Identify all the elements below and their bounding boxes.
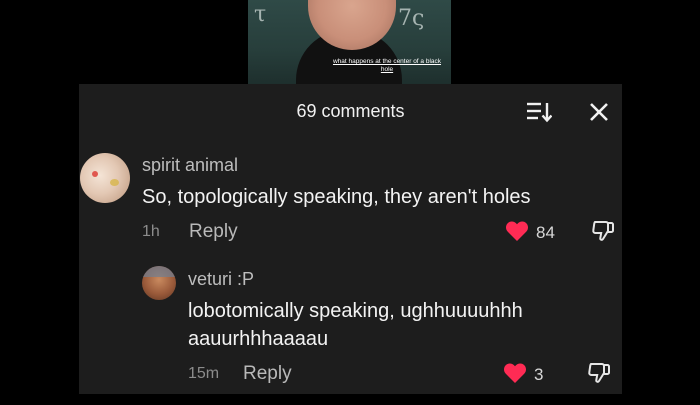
board-writing-right: 7ς [398,6,425,31]
comment-username[interactable]: veturi :P [188,269,254,290]
screen: τ 7ς what happens at the center of a bla… [0,0,700,405]
like-count: 3 [534,365,544,384]
heart-icon[interactable] [503,362,527,384]
video-caption: what happens at the center of a black ho… [332,58,442,73]
avatar[interactable] [80,153,130,203]
comment-timestamp: 1h [142,223,160,240]
like-count: 84 [536,223,555,242]
dislike-icon[interactable] [591,219,615,243]
avatar-detail [110,179,119,186]
avatar-detail [92,171,98,177]
sort-icon[interactable] [526,101,552,123]
comments-panel: 69 comments spirit animal So, topologica… [79,84,622,394]
board-writing-left: τ [254,2,267,27]
dislike-icon[interactable] [587,361,611,385]
comment-timestamp: 15m [188,365,220,382]
reply-button[interactable]: Reply [243,363,292,385]
video-player[interactable]: τ 7ς what happens at the center of a bla… [248,0,451,84]
avatar[interactable] [142,266,176,300]
comment-text: So, topologically speaking, they aren't … [142,186,531,208]
heart-icon[interactable] [505,220,529,242]
comment-text: lobotomically speaking, ughhuuuuhhh aauu… [188,300,523,350]
reply-button[interactable]: Reply [189,221,238,243]
close-icon[interactable] [589,102,609,122]
avatar-detail [142,266,176,277]
comments-header: 69 comments [79,84,622,140]
comment-username[interactable]: spirit animal [142,155,238,176]
